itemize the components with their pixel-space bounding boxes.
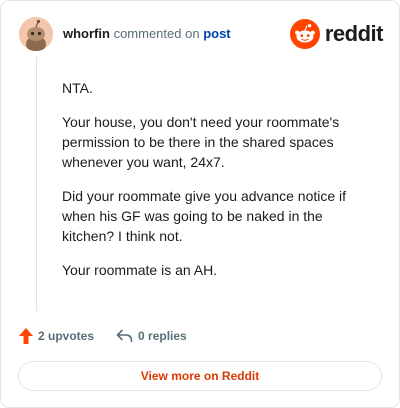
view-more-button[interactable]: View more on Reddit xyxy=(18,361,382,391)
comment-paragraph: NTA. xyxy=(62,80,93,96)
comment-paragraph: Did your roommate give you advance notic… xyxy=(62,188,347,244)
thread-line xyxy=(36,57,37,311)
comment-paragraph: Your house, you don't need your roommate… xyxy=(62,114,340,170)
reddit-snoo-icon xyxy=(289,19,320,49)
upvote-arrow-icon xyxy=(19,328,33,344)
username-link[interactable]: whorfin xyxy=(63,26,110,41)
upvotes-count: 2 upvotes xyxy=(38,329,95,343)
replies-button[interactable]: 0 replies xyxy=(116,329,187,343)
comment-body: NTA. Your house, you don't need your roo… xyxy=(62,78,362,294)
post-link[interactable]: post xyxy=(203,26,230,41)
reddit-brand-link[interactable]: reddit xyxy=(289,18,384,50)
comment-header: whorfin commented on post reddit xyxy=(19,17,384,51)
reply-arrow-icon xyxy=(116,329,133,343)
replies-count: 0 replies xyxy=(138,329,187,343)
reddit-wordmark: reddit xyxy=(324,21,384,46)
embedded-comment-card: whorfin commented on post reddit NTA. Yo… xyxy=(0,0,400,408)
upvote-button[interactable]: 2 upvotes xyxy=(19,328,94,344)
comment-paragraph: Your roommate is an AH. xyxy=(62,262,218,278)
comment-byline: whorfin commented on post xyxy=(63,26,231,41)
comment-actions: 2 upvotes 0 replies xyxy=(19,327,187,345)
user-avatar[interactable] xyxy=(19,17,53,51)
avatar-snoo-icon xyxy=(19,17,53,51)
action-text: commented on xyxy=(113,26,200,41)
